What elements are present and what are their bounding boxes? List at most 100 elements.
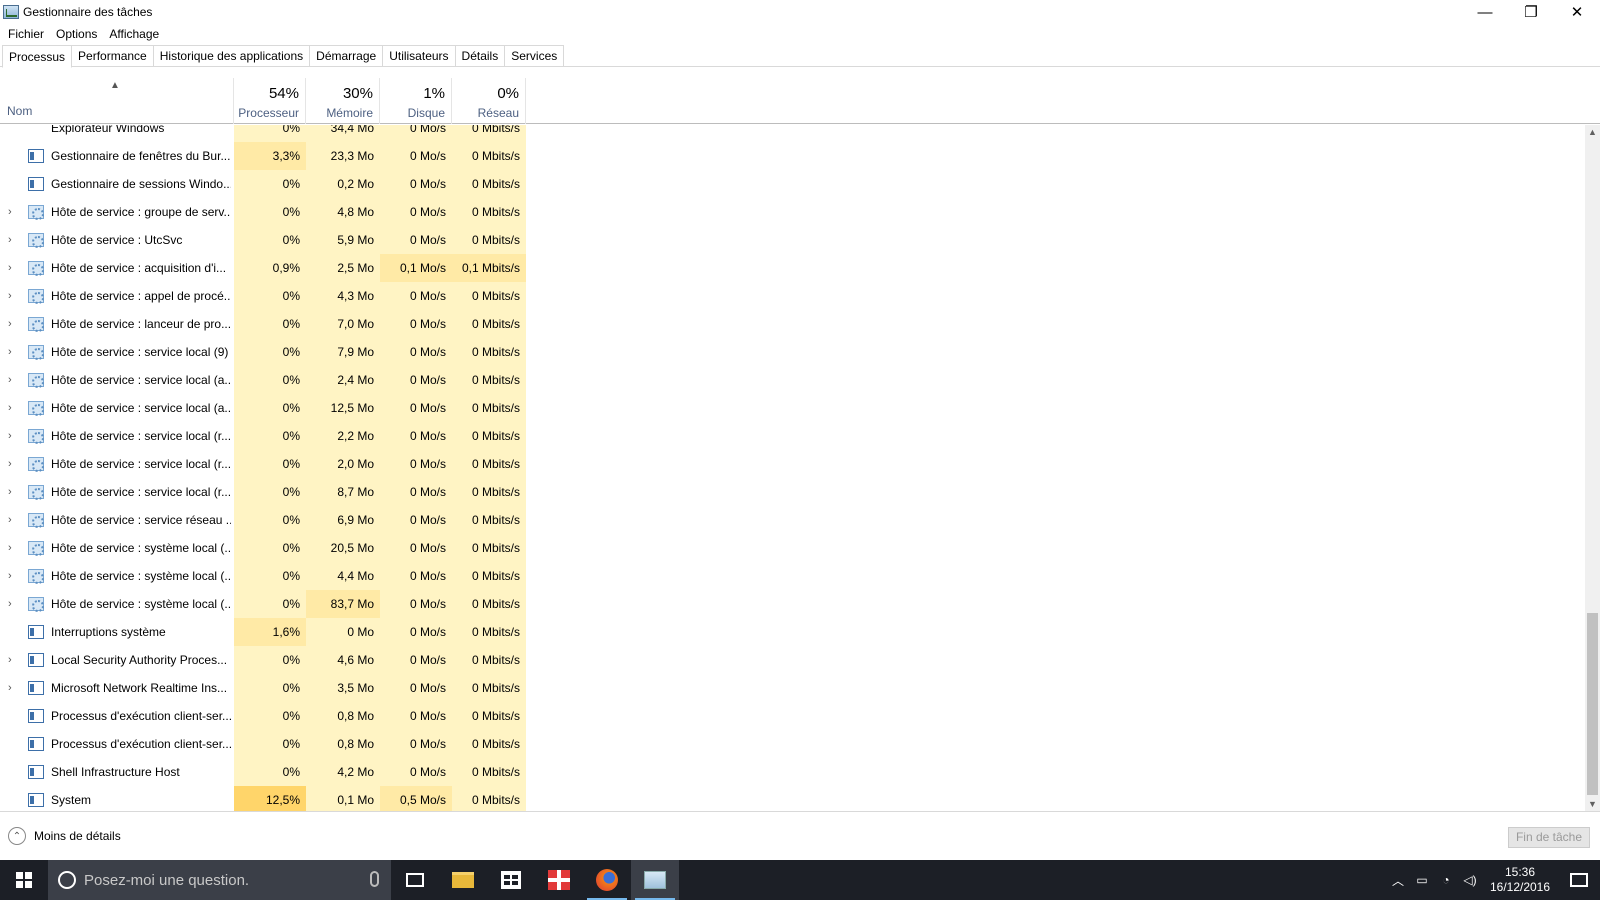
microphone-icon[interactable] [370,871,379,887]
network-icon[interactable]: ◔ [1434,873,1458,887]
process-row[interactable]: › Hôte de service : service local (9) 0% 7,… [0,338,1585,366]
process-row[interactable]: › Hôte de service : appel de procé... 0% 4,… [0,282,1585,310]
column-header-cpu[interactable]: 54% Processeur [234,78,306,124]
tab-utilisateurs[interactable]: Utilisateurs [383,45,456,67]
scroll-up-icon[interactable]: ▲ [1585,125,1600,139]
process-row[interactable]: › Hôte de service : système local (... 0% 8… [0,590,1585,618]
close-button[interactable]: ✕ [1554,0,1600,24]
scrollbar-thumb[interactable] [1587,613,1598,795]
expand-chevron-icon[interactable]: › [8,478,18,506]
volume-icon[interactable]: ◁) [1458,873,1482,887]
expand-chevron-icon[interactable]: › [8,310,18,338]
tab-processus[interactable]: Processus [2,45,73,68]
expand-chevron-icon[interactable]: › [8,450,18,478]
process-row[interactable]: › Hôte de service : lanceur de pro... 0% 7,… [0,310,1585,338]
process-row[interactable]: Interruptions système 1,6% 0 Mo 0 Mo/s 0 Mbi… [0,618,1585,646]
expand-chevron-icon[interactable]: › [8,422,18,450]
process-name: Shell Infrastructure Host [51,765,180,779]
expand-chevron-icon[interactable]: › [8,226,18,254]
task-view-button[interactable] [391,860,439,900]
menu-options[interactable]: Options [50,27,103,41]
process-row[interactable]: › Hôte de service : système local (... 0% 4… [0,562,1585,590]
menu-fichier[interactable]: Fichier [2,27,50,41]
column-header-network[interactable]: 0% Réseau [452,78,526,124]
process-row[interactable]: Explorateur Windows 0% 34,4 Mo 0 Mo/s 0 Mbit… [0,125,1585,142]
process-row[interactable]: › Hôte de service : service local (a... 0%… [0,394,1585,422]
expand-chevron-icon[interactable]: › [8,674,18,702]
process-row[interactable]: › Hôte de service : service local (r... 0%… [0,478,1585,506]
process-disk: 0 Mo/s [380,170,452,198]
restore-button[interactable]: ❐ [1508,0,1554,24]
minimize-button[interactable]: — [1462,0,1508,24]
process-memory: 7,9 Mo [306,338,380,366]
expand-chevron-icon[interactable]: › [8,338,18,366]
process-row[interactable]: › Local Security Authority Proces... 0% 4,6… [0,646,1585,674]
tab-details[interactable]: Détails [455,45,506,67]
expand-chevron-icon[interactable]: › [8,394,18,422]
start-button[interactable] [0,860,48,900]
process-row[interactable]: Gestionnaire de sessions Windo... 0% 0,2 M… [0,170,1585,198]
expand-chevron-icon[interactable]: › [8,534,18,562]
firefox-button[interactable] [583,860,631,900]
tab-demarrage[interactable]: Démarrage [310,45,384,67]
process-cpu: 0% [234,366,306,394]
process-row[interactable]: › Hôte de service : service réseau ... 0% 6… [0,506,1585,534]
gift-app-button[interactable] [535,860,583,900]
process-row[interactable]: Shell Infrastructure Host 0% 4,2 Mo 0 Mo/s 0… [0,758,1585,786]
process-name: Hôte de service : système local (... [51,541,231,555]
gear-service-icon [28,569,44,584]
process-list: Explorateur Windows 0% 34,4 Mo 0 Mo/s 0 Mbit… [0,125,1585,811]
process-row[interactable]: › Hôte de service : UtcSvc 0% 5,9 Mo 0 Mo/s 0… [0,226,1585,254]
task-manager-taskbar-button[interactable] [631,860,679,900]
process-name: Gestionnaire de sessions Windo... [51,177,231,191]
search-placeholder: Posez-moi une question. [84,871,250,889]
cortana-search-box[interactable]: Posez-moi une question. [48,860,391,900]
clock[interactable]: 15:36 16/12/2016 [1482,865,1558,895]
expand-chevron-icon[interactable]: › [8,562,18,590]
process-network: 0 Mbits/s [452,366,526,394]
process-row[interactable]: › Hôte de service : service local (r... 0%… [0,450,1585,478]
process-cpu: 0% [234,198,306,226]
process-row[interactable]: › Hôte de service : groupe de serv... 0% 4,… [0,198,1585,226]
scroll-down-icon[interactable]: ▼ [1585,797,1600,811]
expand-chevron-icon[interactable]: › [8,282,18,310]
expand-chevron-icon[interactable]: › [8,366,18,394]
less-details-button[interactable]: ⌃ Moins de détails [8,827,121,845]
tab-historique[interactable]: Historique des applications [153,45,311,67]
process-memory: 34,4 Mo [306,125,380,142]
process-row[interactable]: › Hôte de service : acquisition d'i... 0,9… [0,254,1585,282]
process-row[interactable]: Processus d'exécution client-ser... 0% 0,8… [0,730,1585,758]
menu-affichage[interactable]: Affichage [103,27,165,41]
process-name: System [51,793,92,807]
process-row[interactable]: › Hôte de service : service local (r... 0%… [0,422,1585,450]
process-name: Explorateur Windows [51,125,165,135]
process-row[interactable]: Gestionnaire de fenêtres du Bur... 3,3% 23… [0,142,1585,170]
show-hidden-icons-icon[interactable]: ︿ [1386,872,1410,889]
store-button[interactable] [487,860,535,900]
process-disk: 0 Mo/s [380,590,452,618]
tab-services[interactable]: Services [505,45,565,67]
column-header-name[interactable]: ▲ Nom [0,78,234,124]
expand-chevron-icon[interactable]: › [8,254,18,282]
process-row[interactable]: Processus d'exécution client-ser... 0% 0,8… [0,702,1585,730]
process-name: Hôte de service : service local (r... [51,457,231,471]
tab-performance[interactable]: Performance [72,45,154,67]
process-row[interactable]: › Microsoft Network Realtime Ins... 0% 3,5 … [0,674,1585,702]
process-row[interactable]: › Hôte de service : système local (... 0% 2… [0,534,1585,562]
expand-chevron-icon[interactable]: › [8,646,18,674]
process-network: 0 Mbits/s [452,198,526,226]
file-explorer-button[interactable] [439,860,487,900]
footer: ⌃ Moins de détails Fin de tâche [0,811,1600,860]
process-row[interactable]: › Hôte de service : service local (a... 0%… [0,366,1585,394]
expand-chevron-icon[interactable]: › [8,198,18,226]
process-row[interactable]: System 12,5% 0,1 Mo 0,5 Mo/s 0 Mbits/s [0,786,1585,811]
vertical-scrollbar[interactable]: ▲ ▼ [1585,125,1600,811]
process-cpu: 0% [234,646,306,674]
column-header-memory[interactable]: 30% Mémoire [306,78,380,124]
battery-icon[interactable]: ▭ [1410,873,1434,887]
action-center-button[interactable] [1558,860,1600,900]
column-header-disk[interactable]: 1% Disque [380,78,452,124]
expand-chevron-icon[interactable]: › [8,590,18,618]
end-task-button[interactable]: Fin de tâche [1508,827,1590,848]
expand-chevron-icon[interactable]: › [8,506,18,534]
